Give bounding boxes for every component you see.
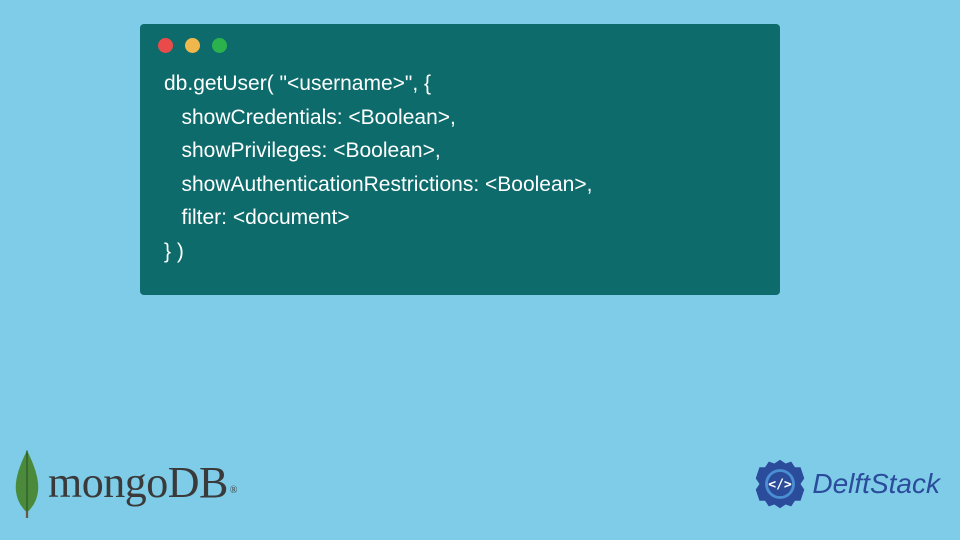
maximize-icon [212, 38, 227, 53]
svg-text:</>: </> [769, 478, 793, 493]
delftstack-text: DelftStack [812, 468, 940, 500]
code-line: showPrivileges: <Boolean>, [164, 139, 441, 162]
delftstack-logo: </> DelftStack [752, 456, 940, 512]
window-controls [140, 24, 780, 63]
code-line: } ) [164, 240, 184, 263]
code-window: db.getUser( "<username>", { showCredenti… [140, 24, 780, 295]
mongodb-leaf-icon [8, 446, 46, 518]
mongodb-text: mongoDB® [48, 457, 235, 508]
close-icon [158, 38, 173, 53]
mongodb-label: mongoDB [48, 458, 228, 507]
minimize-icon [185, 38, 200, 53]
code-line: db.getUser( "<username>", { [164, 72, 431, 95]
code-block: db.getUser( "<username>", { showCredenti… [140, 63, 780, 277]
code-line: showAuthenticationRestrictions: <Boolean… [164, 173, 592, 196]
delftstack-gear-icon: </> [752, 456, 808, 512]
mongodb-registered: ® [230, 485, 237, 496]
code-line: filter: <document> [164, 206, 350, 229]
code-line: showCredentials: <Boolean>, [164, 106, 456, 129]
mongodb-logo: mongoDB® [8, 446, 235, 518]
